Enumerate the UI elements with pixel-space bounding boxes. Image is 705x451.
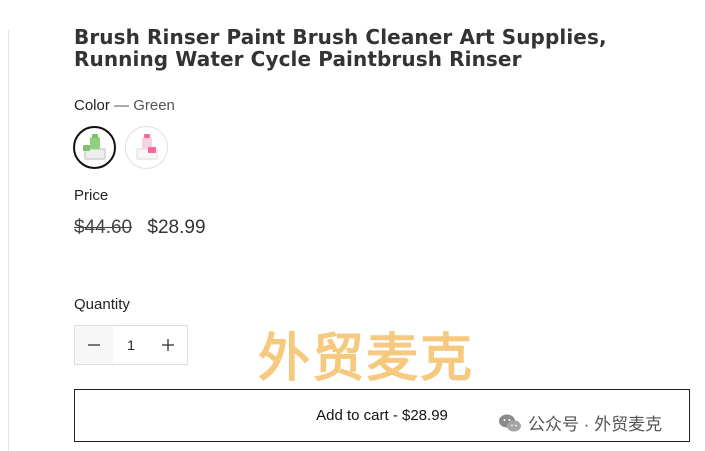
swatch-pink[interactable] xyxy=(125,126,168,169)
original-price: $44.60 xyxy=(74,217,133,238)
wechat-watermark: 公众号 · 外贸麦克 xyxy=(498,410,662,435)
price-label: Price xyxy=(74,187,109,204)
color-label: Color xyxy=(74,97,110,114)
quantity-stepper: 1 xyxy=(74,325,188,365)
increase-quantity-button[interactable] xyxy=(149,326,187,364)
color-value: Green xyxy=(133,97,175,114)
left-divider xyxy=(8,30,9,451)
plus-icon xyxy=(162,339,174,351)
swatch-green[interactable] xyxy=(73,126,116,169)
quantity-label: Quantity xyxy=(74,296,130,313)
pink-rinser-thumbnail-icon xyxy=(135,133,158,160)
product-title: Brush Rinser Paint Brush Cleaner Art Sup… xyxy=(74,25,607,71)
sale-price: $28.99 xyxy=(147,217,206,238)
quantity-input[interactable]: 1 xyxy=(113,337,149,353)
decrease-quantity-button[interactable] xyxy=(75,326,113,364)
color-separator: — xyxy=(114,97,130,114)
color-selector-label: Color — Green xyxy=(74,97,175,114)
wechat-account-label: 公众号 · 外贸麦克 xyxy=(528,415,663,434)
price-row: $44.60 $28.99 xyxy=(74,217,206,239)
green-rinser-thumbnail-icon xyxy=(82,133,106,160)
watermark-text: 外贸麦克 xyxy=(258,329,475,389)
minus-icon xyxy=(88,344,100,346)
wechat-icon xyxy=(499,414,521,431)
